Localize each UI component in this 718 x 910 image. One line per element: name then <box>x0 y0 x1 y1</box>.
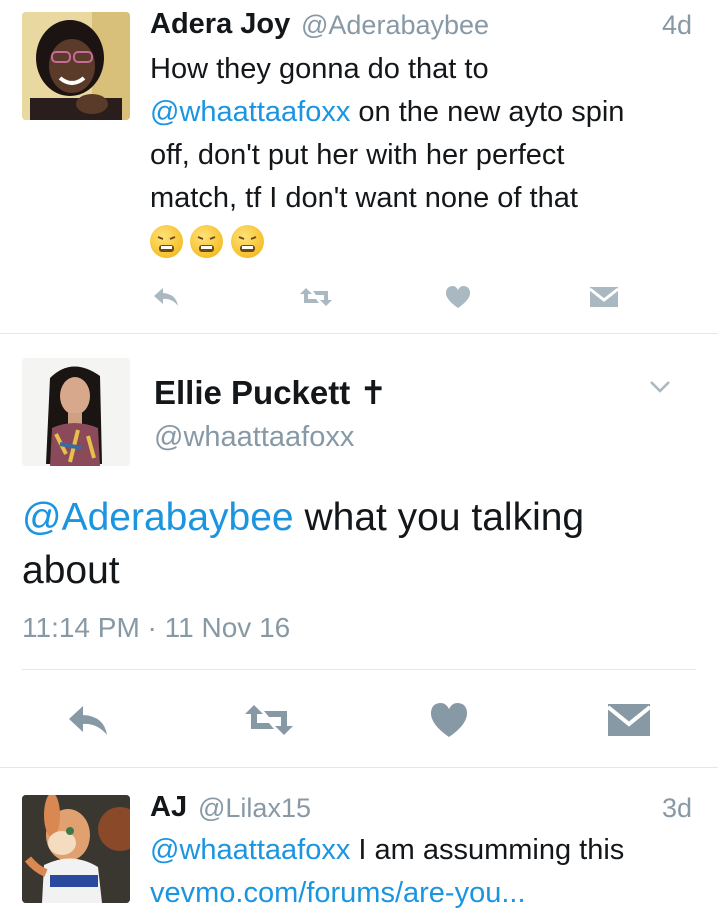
avatar-ellie[interactable] <box>22 358 130 466</box>
tweet2-name[interactable]: Ellie Puckett ✝ <box>154 373 387 412</box>
tweet1-text-line4: match, tf I don't want none of that <box>150 182 578 214</box>
tweet2-like-button[interactable] <box>425 700 473 740</box>
tweet2-handle[interactable]: @whaattaafoxx <box>154 421 354 454</box>
tweet1-mention[interactable]: @whaattaafoxx <box>150 96 350 128</box>
tweet1-retweet-button[interactable] <box>296 282 336 312</box>
like-icon <box>445 286 471 308</box>
avatar-aj-image <box>22 795 130 903</box>
weary-face-icon <box>230 225 264 258</box>
tweet2-text-rest: what you talking <box>293 496 585 539</box>
avatar-adera-image <box>22 12 130 120</box>
tweet3-mention[interactable]: @whaattaafoxx <box>150 834 350 866</box>
tweet3-handle[interactable]: @Lilax15 <box>198 793 311 824</box>
tweet1-emojis <box>150 225 267 259</box>
tweet2-reply-button[interactable] <box>62 700 114 740</box>
message-icon <box>589 287 619 307</box>
tweet2-text-line1: @Aderabaybee what you talking <box>22 496 584 540</box>
chevron-down-icon <box>650 381 670 393</box>
avatar-ellie-image <box>22 358 130 466</box>
message-icon <box>607 704 651 736</box>
tweet1-text-line2-rest: on the new ayto spin <box>350 96 625 128</box>
tweet2-mention[interactable]: @Aderabaybee <box>22 496 294 539</box>
tweet2-divider <box>0 767 718 768</box>
tweet3-age: 3d <box>662 793 693 823</box>
reply-icon <box>154 288 178 306</box>
retweet-icon <box>300 288 332 306</box>
weary-face-icon <box>190 225 224 258</box>
tweet2-retweet-button[interactable] <box>240 700 298 740</box>
tweet3-text-rest: I am assumming this <box>350 834 625 866</box>
cross-symbol: ✝ <box>359 374 388 411</box>
tweet2-more-button[interactable] <box>644 372 676 402</box>
tweet3-link[interactable]: vevmo.com/forums/are-you... <box>150 877 526 910</box>
tweet3-text-line1: @whaattaafoxx I am assumming this <box>150 834 624 867</box>
tweet1-reply-button[interactable] <box>148 282 184 312</box>
retweet-icon <box>245 705 293 735</box>
tweet1-divider <box>0 333 718 334</box>
like-icon <box>430 703 468 737</box>
avatar-adera[interactable] <box>22 12 130 120</box>
tweet1-handle[interactable]: @Aderabaybee <box>301 10 489 41</box>
tweet1-text-line3: off, don't put her with her perfect <box>150 139 565 171</box>
tweet2-timestamp[interactable]: 11:14 PM · 11 Nov 16 <box>22 612 290 644</box>
tweet2-message-button[interactable] <box>604 700 654 740</box>
tweet1-like-button[interactable] <box>440 282 476 312</box>
reply-icon <box>69 706 107 735</box>
tweet3-name[interactable]: AJ <box>150 791 187 824</box>
tweet1-message-button[interactable] <box>586 282 622 312</box>
avatar-aj[interactable] <box>22 795 130 903</box>
tweet1-name[interactable]: Adera Joy <box>150 8 290 41</box>
tweet2-inner-divider <box>22 669 696 670</box>
tweet1-text-line2: @whaattaafoxx on the new ayto spin <box>150 96 624 129</box>
tweet1-text-line1: How they gonna do that to <box>150 53 489 85</box>
tweet2-name-text: Ellie Puckett <box>154 374 351 411</box>
tweet1-age: 4d <box>662 10 693 40</box>
tweet2-text-line2: about <box>22 549 120 592</box>
weary-face-icon <box>150 225 183 258</box>
